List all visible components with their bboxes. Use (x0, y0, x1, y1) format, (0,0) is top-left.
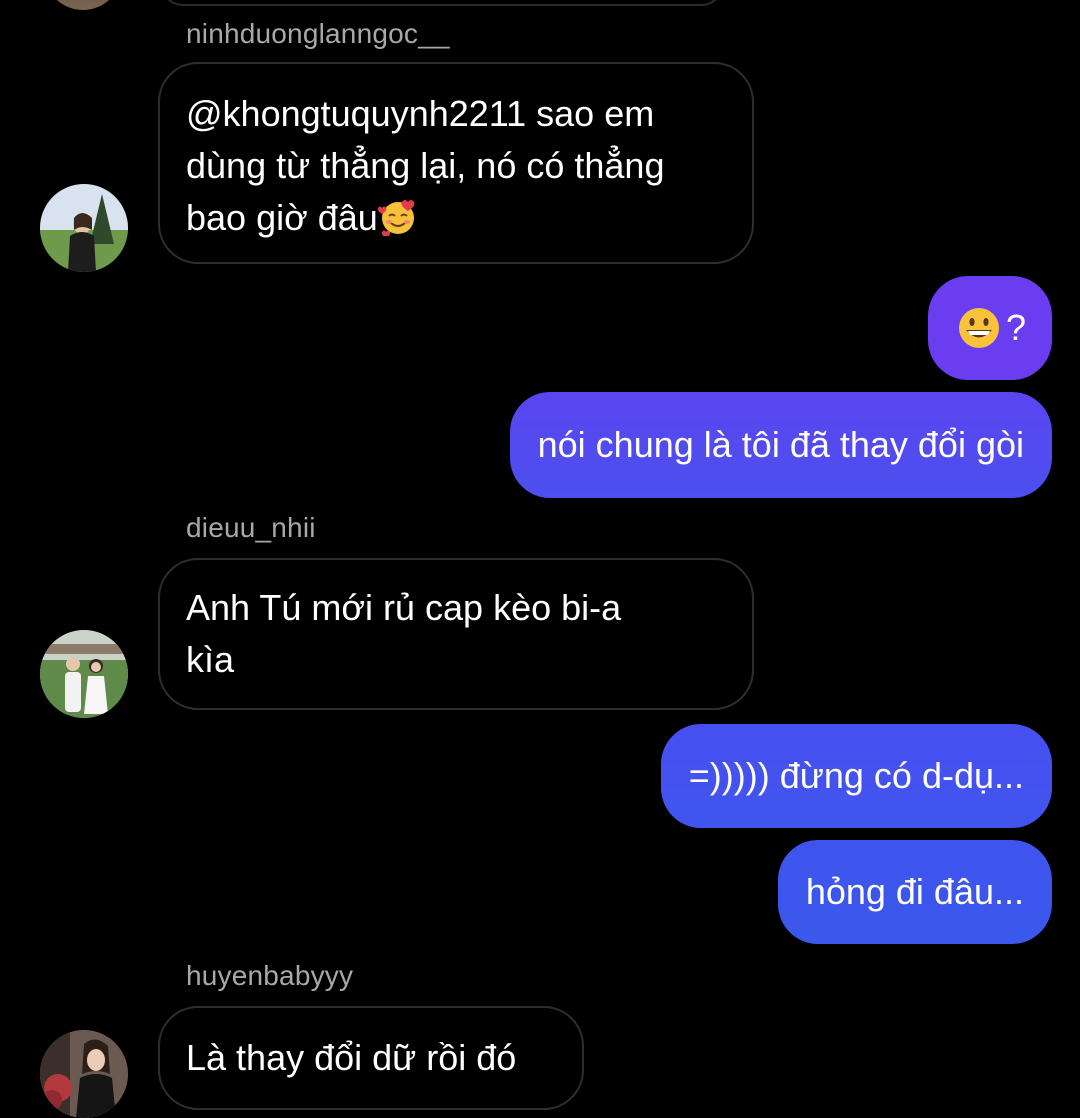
message-text-line: dùng từ thẳng lại, nó có thẳng (186, 145, 665, 186)
outgoing-message-bubble[interactable]: nói chung là tôi đã thay đổi gòi (509, 392, 1052, 498)
sender-name: dieuu_nhii (186, 512, 316, 543)
message-text: hỏng đi đâu... (805, 871, 1024, 912)
outgoing-message-bubble[interactable]: ? (927, 276, 1052, 380)
avatar[interactable] (40, 184, 128, 272)
previous-avatar[interactable] (44, 0, 122, 10)
message-text: ? (1005, 307, 1026, 348)
sender-name: ninhduonglanngoc__ (186, 18, 450, 49)
message-bubble[interactable]: Là thay đổi dữ rồi đó (158, 1006, 584, 1110)
avatar-photo (40, 184, 128, 272)
message-text: =))))) đừng có d-dụ... (688, 755, 1024, 796)
avatar-photo (40, 630, 128, 718)
grinning-face-icon (958, 308, 999, 348)
message-text-line: bao giờ đâu (186, 192, 726, 244)
avatar-photo (40, 1030, 128, 1118)
message-text: Là thay đổi dữ rồi đó (186, 1037, 517, 1078)
smiling-face-with-hearts-icon (377, 200, 415, 236)
message-text-line: @khongtuquynh2211 sao em (186, 93, 655, 134)
avatar[interactable] (40, 1030, 128, 1118)
outgoing-message-bubble[interactable]: hỏng đi đâu... (777, 840, 1052, 944)
sender-name: huyenbabyyy (186, 960, 354, 991)
message-text-line: kìa (186, 639, 235, 680)
message-bubble[interactable]: @khongtuquynh2211 sao em dùng từ thẳng l… (158, 62, 754, 264)
avatar[interactable] (40, 630, 128, 718)
message-text: nói chung là tôi đã thay đổi gòi (537, 424, 1024, 465)
previous-message-bubble (160, 0, 724, 6)
outgoing-message-bubble[interactable]: =))))) đừng có d-dụ... (660, 724, 1052, 828)
message-text-line: Anh Tú mới rủ cap kèo bi-a (186, 587, 622, 628)
message-bubble[interactable]: Anh Tú mới rủ cap kèo bi-a kìa (158, 558, 754, 710)
